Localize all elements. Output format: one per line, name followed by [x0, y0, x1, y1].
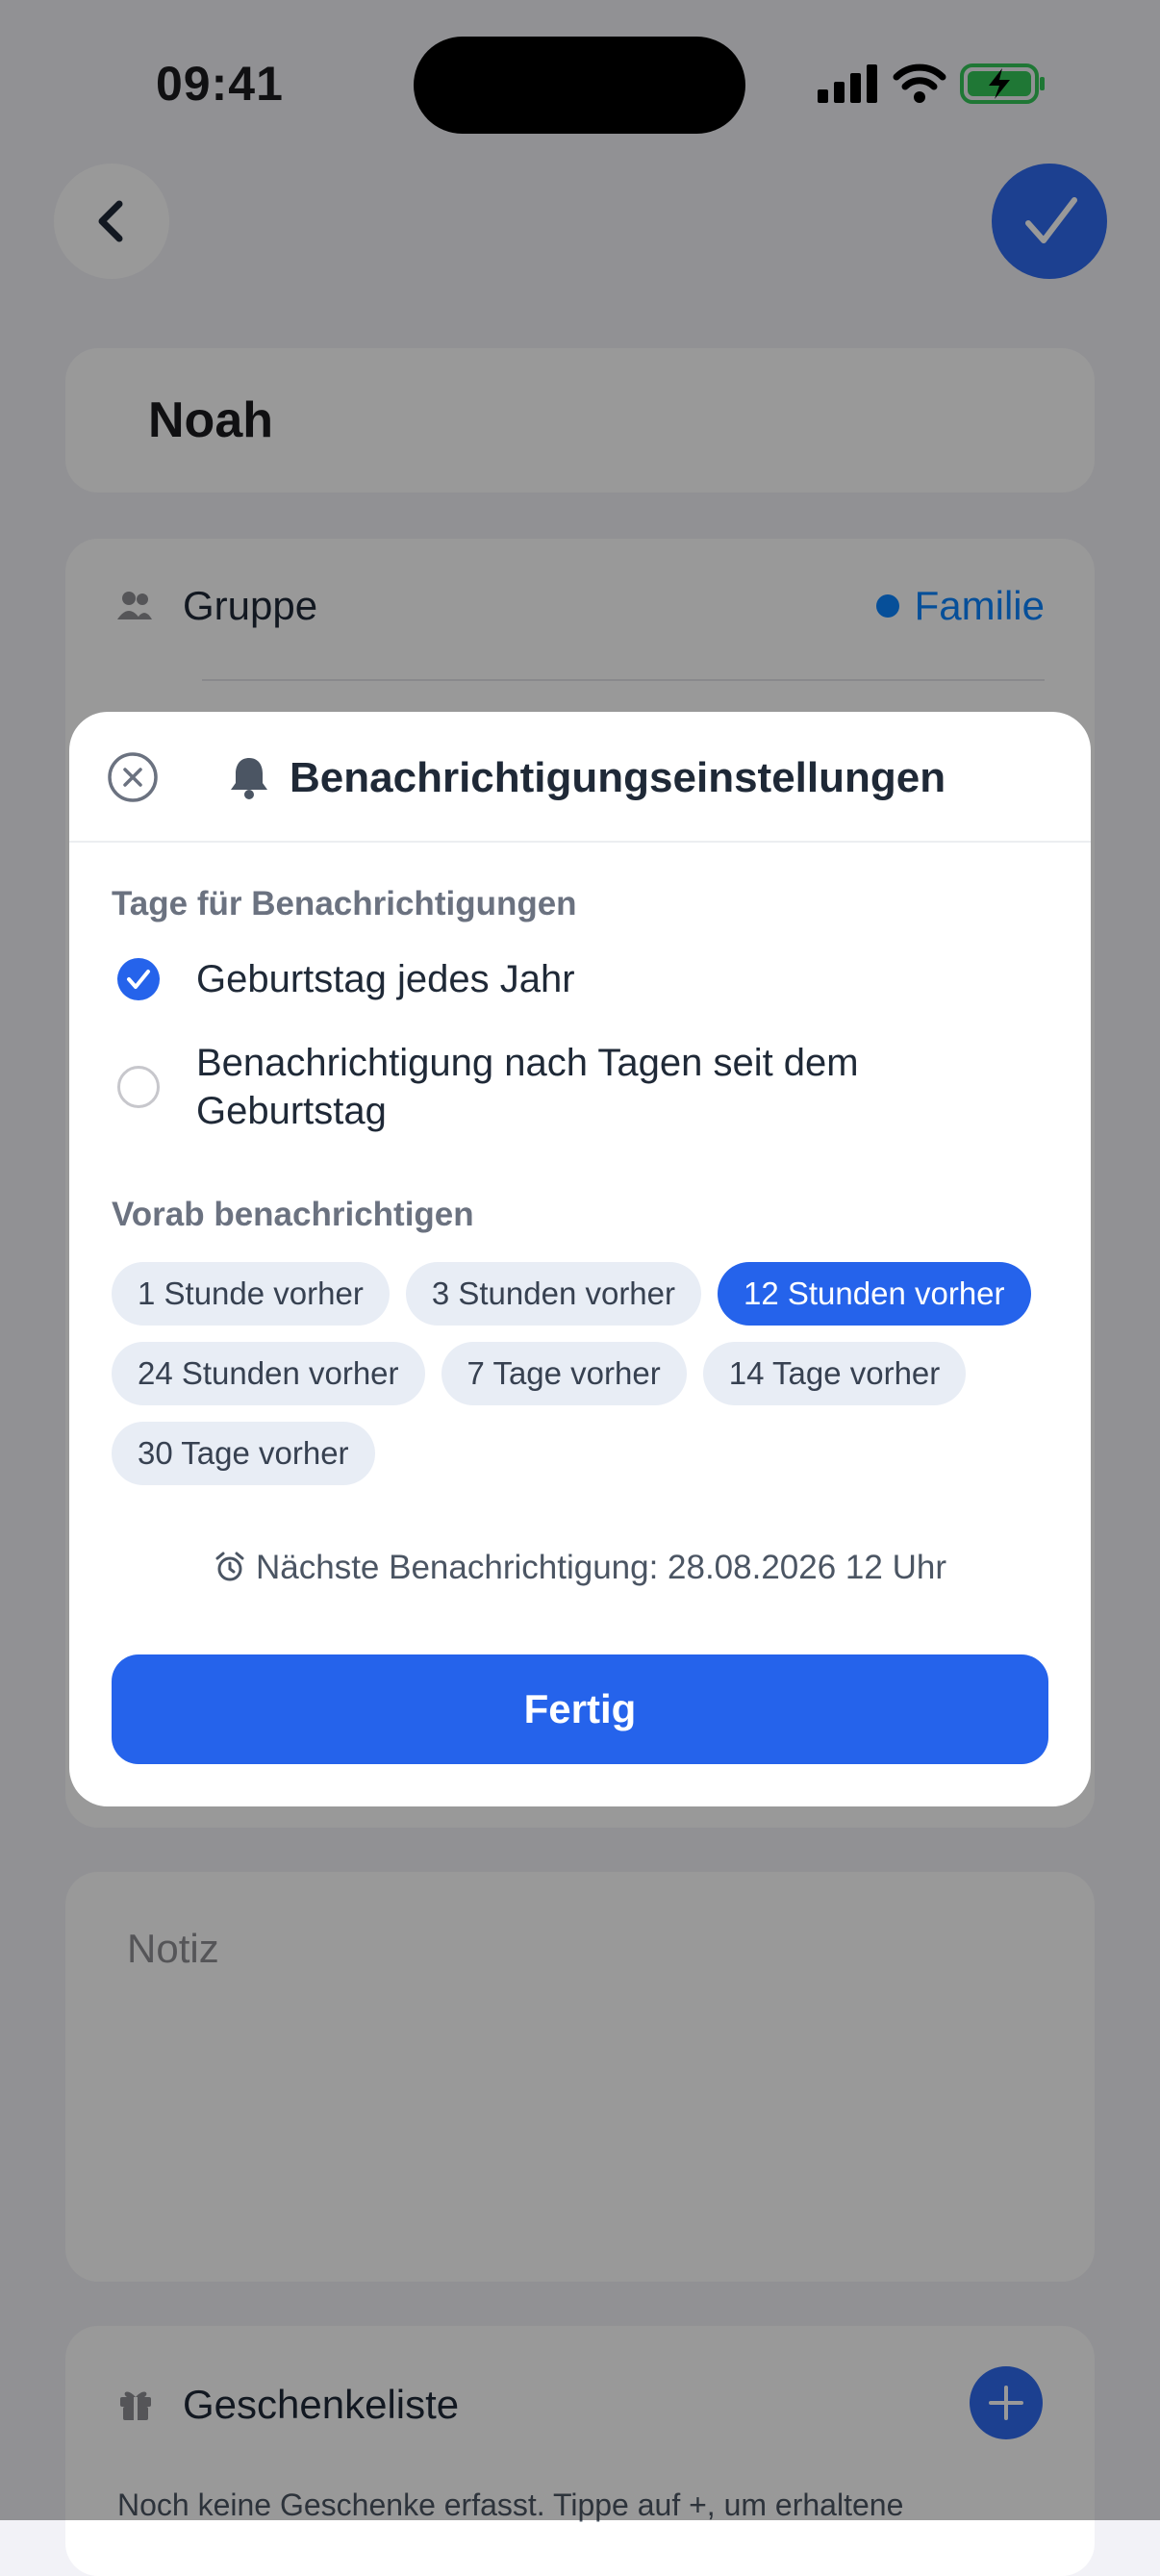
close-button[interactable] — [106, 750, 160, 804]
chip-12-hours[interactable]: 12 Stunden vorher — [718, 1262, 1031, 1326]
chip-30-days[interactable]: 30 Tage vorher — [112, 1422, 375, 1485]
option-days-since-label: Benachrichtigung nach Tagen seit dem Geb… — [196, 1042, 859, 1132]
radio-checked[interactable] — [117, 958, 160, 1000]
chip-1-hour[interactable]: 1 Stunde vorher — [112, 1262, 390, 1326]
chip-24-hours[interactable]: 24 Stunden vorher — [112, 1342, 425, 1405]
notification-settings-modal: Benachrichtigungseinstellungen Tage für … — [69, 712, 1091, 1806]
chip-7-days[interactable]: 7 Tage vorher — [441, 1342, 687, 1405]
next-notification-info: Nächste Benachrichtigung: 28.08.2026 12 … — [69, 1549, 1091, 1587]
chip-3-hours[interactable]: 3 Stunden vorher — [405, 1262, 701, 1326]
advance-section-label: Vorab benachrichtigen — [112, 1196, 474, 1233]
advance-chip-group: 1 Stunde vorher 3 Stunden vorher 12 Stun… — [112, 1262, 1054, 1485]
checkmark-icon — [127, 970, 150, 989]
radio-unchecked[interactable] — [117, 1066, 160, 1108]
alarm-clock-icon — [215, 1552, 244, 1581]
modal-header: Benachrichtigungseinstellungen — [69, 712, 1091, 843]
done-button[interactable]: Fertig — [112, 1654, 1048, 1764]
next-notification-text: Nächste Benachrichtigung: 28.08.2026 12 … — [256, 1549, 946, 1586]
bell-icon — [231, 758, 267, 799]
days-section-label: Tage für Benachrichtigungen — [112, 885, 577, 922]
option-yearly-label: Geburtstag jedes Jahr — [196, 958, 575, 1000]
dynamic-island — [414, 37, 745, 134]
chip-14-days[interactable]: 14 Tage vorher — [702, 1342, 967, 1405]
modal-title: Benachrichtigungseinstellungen — [290, 754, 946, 801]
done-button-label: Fertig — [523, 1686, 637, 1731]
close-icon — [108, 752, 158, 802]
